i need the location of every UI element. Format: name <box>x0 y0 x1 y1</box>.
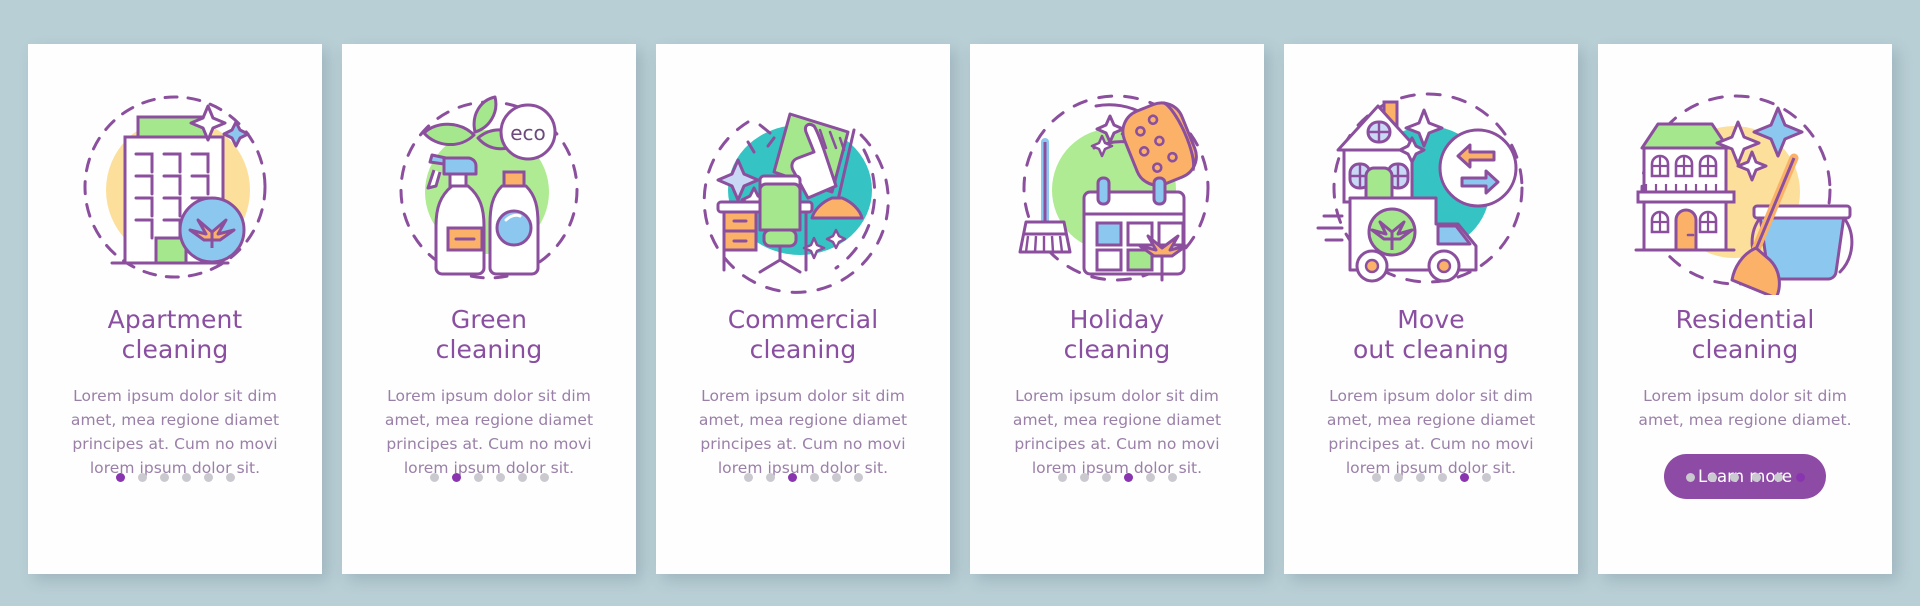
card-title: Residential cleaning <box>1676 305 1815 364</box>
card-title-line1: Green <box>450 305 528 334</box>
pagination-dot-5[interactable] <box>1773 473 1783 482</box>
card-title-line2: cleaning <box>749 334 857 364</box>
pagination-dot-4[interactable] <box>181 473 191 482</box>
onboarding-card-green-cleaning[interactable]: eco Green cleaning Lorem ipsum dolor sit… <box>342 44 636 574</box>
pagination-dot-1[interactable] <box>1371 473 1381 482</box>
pagination-dot-6[interactable] <box>1167 473 1177 482</box>
card-description: Lorem ipsum dolor sit dim amet, mea regi… <box>70 387 280 478</box>
card-title-line1: Move <box>1397 305 1465 334</box>
pagination-dot-5[interactable] <box>517 473 527 482</box>
card-description: Lorem ipsum dolor sit dim amet, mea regi… <box>1012 387 1222 478</box>
card-title: Holiday cleaning <box>1064 305 1171 364</box>
card-title: Commercial cleaning <box>728 305 879 364</box>
card-title-line1: Residential <box>1675 305 1815 334</box>
pagination-dot-3[interactable] <box>473 473 483 482</box>
pagination-dot-5[interactable] <box>1145 473 1155 482</box>
pagination-dots[interactable] <box>28 473 322 482</box>
house-bucket-broom-icon <box>1630 80 1860 295</box>
card-title-line2: cleaning <box>1691 334 1799 364</box>
card-title-line1: Holiday <box>1069 305 1165 334</box>
onboarding-card-commercial-cleaning[interactable]: Commercial cleaning Lorem ipsum dolor si… <box>656 44 950 574</box>
calendar-sponge-broom-icon <box>1002 80 1232 295</box>
eco-badge-label: eco <box>510 121 546 145</box>
pagination-dot-3[interactable] <box>1729 473 1739 482</box>
pagination-dots[interactable] <box>970 473 1264 482</box>
pagination-dot-2[interactable] <box>1707 473 1717 482</box>
pagination-dot-4[interactable] <box>1437 473 1447 482</box>
pagination-dot-6[interactable] <box>225 473 235 482</box>
pagination-dot-1[interactable] <box>1685 473 1695 482</box>
pagination-dot-2[interactable] <box>765 473 775 482</box>
pagination-dot-2[interactable] <box>1079 473 1089 482</box>
card-description: Lorem ipsum dolor sit dim amet, mea regi… <box>698 387 908 478</box>
pagination-dot-1[interactable] <box>743 473 753 482</box>
pagination-dot-5[interactable] <box>831 473 841 482</box>
card-title: Green cleaning <box>436 305 543 364</box>
pagination-dot-3[interactable] <box>159 473 169 482</box>
pagination-dot-5[interactable] <box>1459 473 1469 482</box>
pagination-dot-4[interactable] <box>809 473 819 482</box>
card-title-line2: cleaning <box>435 334 543 364</box>
card-title-line1: Commercial <box>727 305 879 334</box>
pagination-dot-5[interactable] <box>203 473 213 482</box>
pagination-dots[interactable] <box>342 473 636 482</box>
card-description: Lorem ipsum dolor sit dim amet, mea regi… <box>1638 387 1852 430</box>
pagination-dot-6[interactable] <box>1481 473 1491 482</box>
pagination-dot-6[interactable] <box>539 473 549 482</box>
pagination-dot-2[interactable] <box>137 473 147 482</box>
pagination-dot-1[interactable] <box>1057 473 1067 482</box>
card-title: Move out cleaning <box>1353 305 1509 364</box>
pagination-dot-3[interactable] <box>1101 473 1111 482</box>
pagination-dots[interactable] <box>1598 473 1892 482</box>
onboarding-card-apartment-cleaning[interactable]: Apartment cleaning Lorem ipsum dolor sit… <box>28 44 322 574</box>
pagination-dot-3[interactable] <box>787 473 797 482</box>
pagination-dot-2[interactable] <box>1393 473 1403 482</box>
onboarding-card-residential-cleaning[interactable]: Residential cleaning Lorem ipsum dolor s… <box>1598 44 1892 574</box>
pagination-dot-2[interactable] <box>451 473 461 482</box>
onboarding-card-holiday-cleaning[interactable]: Holiday cleaning Lorem ipsum dolor sit d… <box>970 44 1264 574</box>
apartment-building-icon <box>60 80 290 295</box>
pagination-dot-1[interactable] <box>429 473 439 482</box>
card-title: Apartment cleaning <box>108 305 243 364</box>
pagination-dot-3[interactable] <box>1415 473 1425 482</box>
pagination-dot-4[interactable] <box>495 473 505 482</box>
card-description: Lorem ipsum dolor sit dim amet, mea regi… <box>384 387 594 478</box>
pagination-dot-4[interactable] <box>1751 473 1761 482</box>
pagination-dot-6[interactable] <box>853 473 863 482</box>
card-title-line2: out cleaning <box>1353 334 1509 364</box>
card-title-line1: Apartment <box>107 305 243 334</box>
house-moving-truck-icon <box>1316 80 1546 295</box>
card-description: Lorem ipsum dolor sit dim amet, mea regi… <box>1326 387 1536 478</box>
pagination-dot-6[interactable] <box>1795 473 1805 482</box>
pagination-dots[interactable] <box>1284 473 1578 482</box>
card-title-line2: cleaning <box>1063 334 1171 364</box>
pagination-dot-1[interactable] <box>115 473 125 482</box>
pagination-dots[interactable] <box>656 473 950 482</box>
onboarding-card-move-out-cleaning[interactable]: Move out cleaning Lorem ipsum dolor sit … <box>1284 44 1578 574</box>
office-desk-mop-icon <box>688 80 918 295</box>
pagination-dot-4[interactable] <box>1123 473 1133 482</box>
eco-spray-bottles-icon: eco <box>374 80 604 295</box>
card-title-line2: cleaning <box>121 334 229 364</box>
onboarding-screens-board: Apartment cleaning Lorem ipsum dolor sit… <box>0 0 1920 606</box>
